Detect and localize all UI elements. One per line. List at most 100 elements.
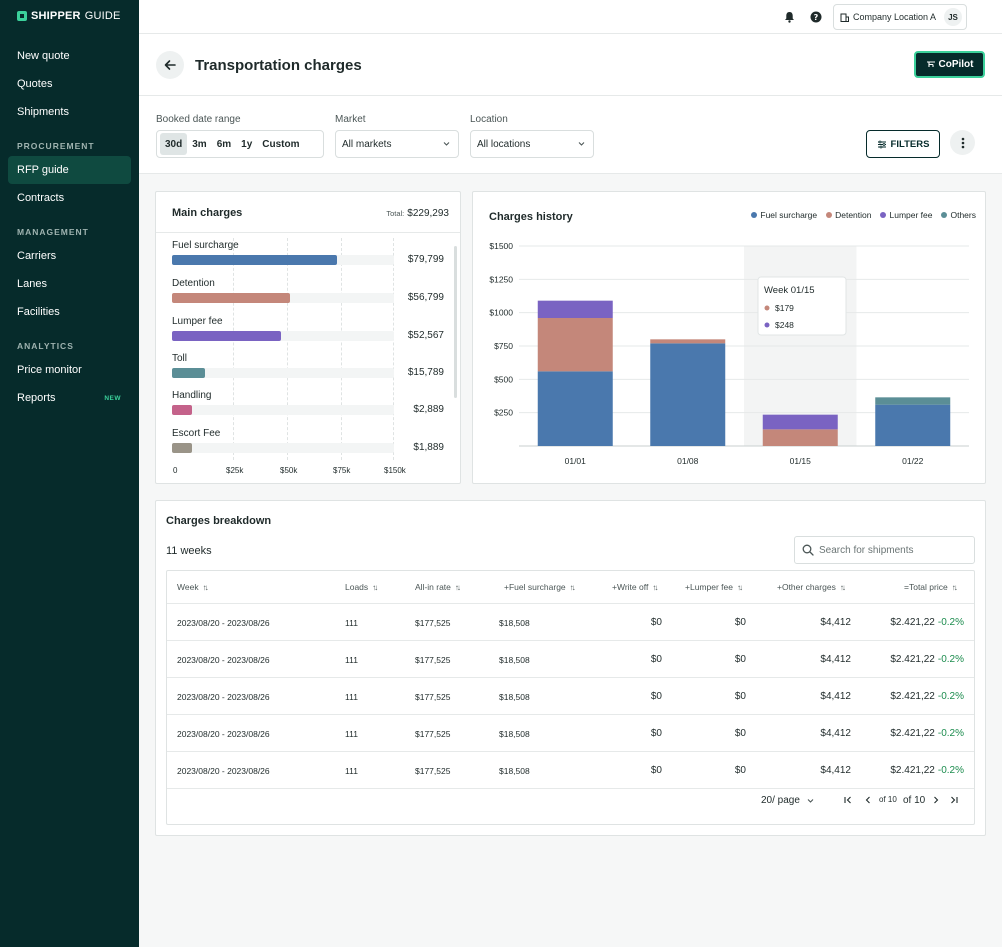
column-header-loads[interactable]: Loads ↑↓ [345,571,378,603]
sidebar-item-price-monitor[interactable]: Price monitor [8,356,131,384]
date-option-30d[interactable]: 30d [160,133,188,155]
bar-segment[interactable] [537,318,613,372]
column-header-week[interactable]: Week ↑↓ [177,571,209,603]
column-header-lumper-fee[interactable]: +Lumper fee ↑↓ [685,571,743,603]
cell-fuel: $18,508 [499,654,530,665]
sidebar-item-lanes[interactable]: Lanes [8,270,131,298]
cell-loads: 111 [345,691,358,702]
cell-fuel: $18,508 [499,765,530,776]
cell-week: 2023/08/20 - 2023/08/26 [177,728,270,739]
table-row[interactable]: 2023/08/20 - 2023/08/26 111 $177,525 $18,50… [167,678,974,715]
table-row[interactable]: 2023/08/20 - 2023/08/26 111 $177,525 $18,50… [167,604,974,641]
back-button[interactable] [156,51,184,79]
scrollbar[interactable] [454,246,457,398]
table-row[interactable]: 2023/08/20 - 2023/08/26 111 $177,525 $18,50… [167,715,974,752]
sort-icon: ↑↓ [839,582,846,592]
bar-segment[interactable] [875,404,951,446]
help-icon[interactable]: ? [809,10,823,24]
sidebar-item-shipments[interactable]: Shipments [8,98,131,126]
date-option-custom[interactable]: Custom [257,133,304,155]
avatar[interactable]: JS [944,8,962,26]
charge-bar-track [172,368,394,378]
table-row[interactable]: 2023/08/20 - 2023/08/26 111 $177,525 $18,50… [167,641,974,678]
date-option-6m[interactable]: 6m [212,133,236,155]
more-vertical-icon [961,137,964,148]
bar-segment[interactable] [650,343,726,446]
sliders-icon [877,140,886,148]
market-select[interactable]: All markets [335,130,459,158]
date-option-3m[interactable]: 3m [187,133,211,155]
y-tick-label: $1250 [489,274,513,284]
copilot-icon [926,61,935,67]
y-tick-label: $1500 [489,241,513,251]
brand-name-bold: SHIPPER [31,10,81,22]
location-select[interactable]: All locations [470,130,594,158]
column-header-total-price[interactable]: =Total price ↑↓ [904,571,958,603]
sidebar-item-contracts[interactable]: Contracts [8,184,131,212]
column-header-allin-rate[interactable]: All-in rate ↑↓ [415,571,461,603]
cell-fuel: $18,508 [499,728,530,739]
table-row[interactable]: 2023/08/20 - 2023/08/26 111 $177,525 $18,50… [167,752,974,789]
charge-bar[interactable] [172,255,338,265]
bar-segment[interactable] [762,414,838,430]
sidebar-item-carriers[interactable]: Carriers [8,242,131,270]
charge-bar[interactable] [172,368,205,378]
bar-segment[interactable] [650,339,726,344]
cell-total: $2.421,22 -0.2% [890,641,964,678]
charge-value: $1,889 [413,442,444,453]
brand-logo[interactable]: SHIPPER GUIDE [17,10,121,22]
bar-segment[interactable] [875,397,951,405]
charge-bar[interactable] [172,443,192,453]
column-header-write-off[interactable]: +Write off ↑↓ [612,571,658,603]
main-charges-title: Main charges [172,207,243,219]
total-change-percent: -0.2% [937,654,964,665]
search-field[interactable]: Search for shipments [794,536,975,564]
bell-icon[interactable] [782,10,796,24]
cell-writeoff: $0 [650,728,662,739]
location-label: Location [470,114,508,125]
bar-segment[interactable] [537,371,613,446]
bar-segment[interactable] [537,300,613,318]
arrow-left-icon [164,60,176,70]
sidebar-item-quotes[interactable]: Quotes [8,70,131,98]
breakdown-title: Charges breakdown [166,515,272,527]
chevron-down-icon [578,142,585,146]
last-page-icon [951,796,958,804]
building-icon [840,13,849,22]
cell-lumper: $0 [734,617,746,628]
cell-loads: 111 [345,728,358,739]
grid-line [393,238,394,460]
cell-total: $2.421,22 -0.2% [890,678,964,715]
charge-label: Escort Fee [172,428,221,439]
more-options-button[interactable] [950,130,975,155]
charge-bar[interactable] [172,331,281,341]
total-change-percent: -0.2% [937,728,964,739]
sidebar-item-facilities[interactable]: Facilities [8,298,131,326]
page-size-select[interactable]: 20/ page [761,795,815,806]
sidebar-item-new-quote[interactable]: New quote [8,42,131,70]
cell-week: 2023/08/20 - 2023/08/26 [177,617,270,628]
column-header-other-charges[interactable]: +Other charges ↑↓ [777,571,846,603]
page-total-of: of 10 [903,795,926,806]
first-page-button[interactable] [843,795,853,805]
filters-label: FILTERS [890,138,930,150]
charge-bar[interactable] [172,405,192,415]
cell-lumper: $0 [734,765,746,776]
charge-bar[interactable] [172,293,290,303]
date-option-1y[interactable]: 1y [236,133,257,155]
cell-writeoff: $0 [650,691,662,702]
copilot-button[interactable]: CoPilot [914,51,985,78]
location-switcher[interactable]: Company Location A JS [833,4,967,30]
bar-segment[interactable] [762,429,838,446]
sort-icon: ↑↓ [372,582,378,592]
previous-page-button[interactable] [863,795,873,805]
charge-label: Detention [172,278,215,289]
last-page-button[interactable] [949,795,959,805]
sidebar-section-management: MANAGEMENT [17,227,89,237]
sidebar-item-reports[interactable]: Reports NEW [8,384,131,412]
column-header-fuel-surcharge[interactable]: +Fuel surcharge ↑↓ [504,571,576,603]
cell-writeoff: $0 [650,654,662,665]
filters-button[interactable]: FILTERS [866,130,940,158]
sidebar-item-rfp-guide[interactable]: RFP guide [8,156,131,184]
next-page-button[interactable] [931,795,941,805]
